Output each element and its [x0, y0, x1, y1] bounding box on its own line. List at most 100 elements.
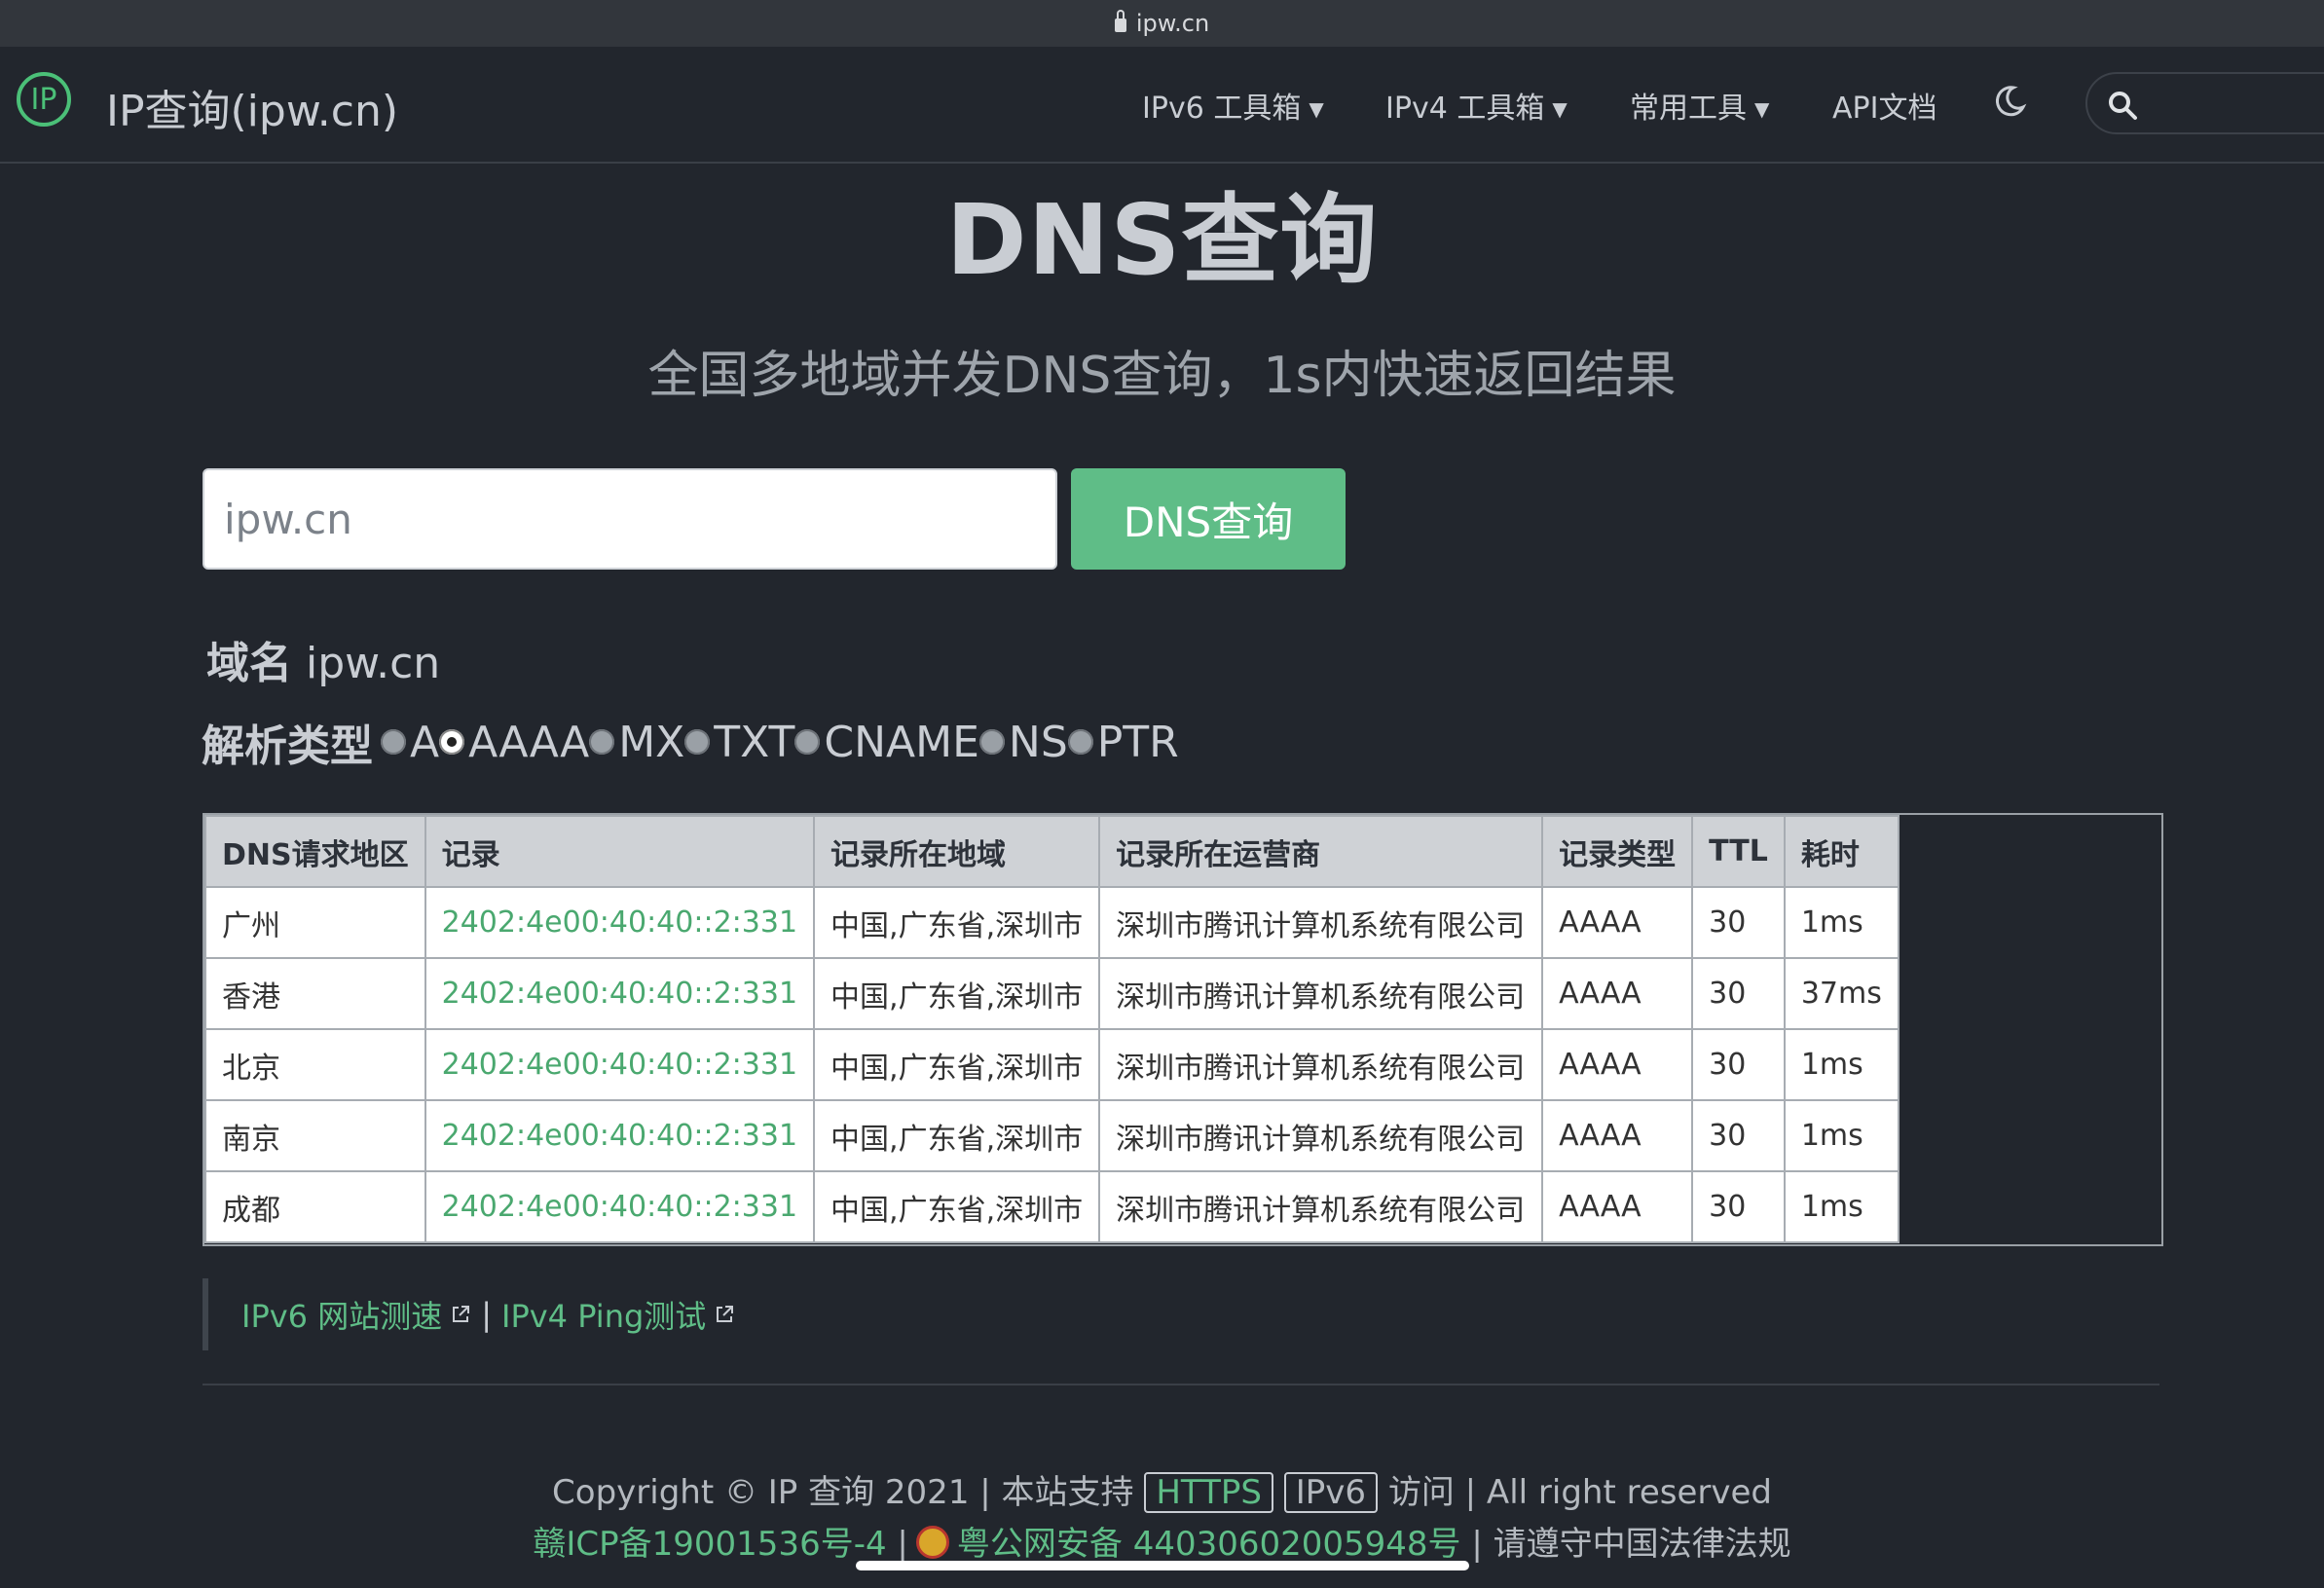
- radio-type-a[interactable]: A: [381, 718, 439, 767]
- dns-query-button[interactable]: DNS查询: [1071, 468, 1346, 570]
- lock-icon: [1114, 10, 1126, 32]
- cell-ttl: 30: [1691, 957, 1786, 1030]
- radio-icon: [381, 729, 406, 755]
- https-badge: HTTPS: [1144, 1472, 1273, 1513]
- table-row: 成都 2402:4e00:40:40::2:331 中国,广东省,深圳市 深圳市…: [204, 1170, 1900, 1243]
- caret-down-icon: ▼: [1552, 97, 1568, 121]
- page-title: DNS查询: [945, 183, 1379, 297]
- link-separator: |: [481, 1296, 492, 1333]
- col-header-region: DNS请求地区: [204, 815, 426, 888]
- menu-common-tools[interactable]: 常用工具 ▼: [1630, 84, 1769, 127]
- table-row: 北京 2402:4e00:40:40::2:331 中国,广东省,深圳市 深圳市…: [204, 1028, 1900, 1101]
- domain-result-line: 域名 ipw.cn: [206, 628, 440, 690]
- radio-icon: [1067, 729, 1093, 755]
- menu-ipv6-toolbox[interactable]: IPv6 工具箱 ▼: [1142, 84, 1324, 127]
- caret-down-icon: ▼: [1754, 97, 1770, 121]
- menu-label: IPv4 工具箱: [1385, 92, 1545, 126]
- logo-text: IP: [30, 82, 57, 117]
- ipv4-ping-test-link[interactable]: IPv4 Ping测试: [501, 1292, 735, 1337]
- cell-region: 香港: [204, 957, 426, 1030]
- cell-record[interactable]: 2402:4e00:40:40::2:331: [424, 886, 816, 959]
- url-text: ipw.cn: [1135, 10, 1210, 37]
- external-link-icon: [453, 1306, 470, 1322]
- radio-label: AAAA: [468, 717, 590, 767]
- ipv6-badge: IPv6: [1283, 1472, 1379, 1513]
- col-header-isp: 记录所在运营商: [1098, 815, 1544, 888]
- moon-icon[interactable]: [1992, 84, 2027, 119]
- table-row: 广州 2402:4e00:40:40::2:331 中国,广东省,深圳市 深圳市…: [204, 886, 1900, 959]
- radio-type-aaaa[interactable]: AAAA: [439, 718, 589, 767]
- cell-ttl: 30: [1691, 1170, 1786, 1243]
- cell-location: 中国,广东省,深圳市: [813, 886, 1101, 959]
- radio-type-ptr[interactable]: PTR: [1067, 718, 1179, 767]
- link-label: IPv6 网站测速: [241, 1298, 443, 1335]
- copyright-text: Copyright © IP 查询 2021 | 本站支持: [552, 1473, 1134, 1512]
- top-navigation: IP IP查询(ipw.cn) IPv6 工具箱 ▼ IPv4 工具箱 ▼ 常用工具…: [0, 47, 2324, 164]
- radio-icon: [589, 729, 615, 755]
- cell-type: AAAA: [1541, 886, 1694, 959]
- radio-icon: [978, 729, 1005, 755]
- table-row: 南京 2402:4e00:40:40::2:331 中国,广东省,深圳市 深圳市…: [204, 1099, 1900, 1172]
- domain-value: ipw.cn: [306, 639, 441, 688]
- cell-type: AAAA: [1541, 1099, 1694, 1172]
- police-emblem-icon: [915, 1526, 949, 1559]
- browser-address-bar[interactable]: ipw.cn: [0, 0, 2324, 47]
- home-indicator[interactable]: [856, 1561, 1469, 1570]
- cell-isp: 深圳市腾讯计算机系统有限公司: [1098, 1099, 1544, 1172]
- cell-time: 1ms: [1783, 1170, 1900, 1243]
- cell-isp: 深圳市腾讯计算机系统有限公司: [1098, 957, 1544, 1030]
- radio-label: TXT: [714, 717, 795, 767]
- menu-label: API文档: [1832, 92, 1937, 126]
- cell-type: AAAA: [1541, 1170, 1694, 1243]
- record-type-label: 解析类型: [202, 721, 373, 771]
- search-box[interactable]: [2085, 72, 2324, 134]
- menu-api-docs[interactable]: API文档: [1832, 84, 1937, 127]
- radio-label: NS: [1008, 717, 1068, 767]
- cell-record[interactable]: 2402:4e00:40:40::2:331: [424, 1099, 816, 1172]
- menu-label: 常用工具: [1630, 92, 1747, 126]
- radio-type-cname[interactable]: CNAME: [794, 718, 979, 767]
- cell-record[interactable]: 2402:4e00:40:40::2:331: [424, 1028, 816, 1101]
- radio-type-txt[interactable]: TXT: [684, 718, 794, 767]
- cell-location: 中国,广东省,深圳市: [813, 1170, 1101, 1243]
- radio-type-mx[interactable]: MX: [589, 718, 684, 767]
- ipv6-speed-test-link[interactable]: IPv6 网站测速: [241, 1292, 471, 1337]
- cell-record[interactable]: 2402:4e00:40:40::2:331: [424, 957, 816, 1030]
- record-type-selector: 解析类型 A AAAA MX TXT CNAME NS PTR: [202, 711, 1179, 773]
- related-links: IPv6 网站测速 | IPv4 Ping测试: [203, 1278, 735, 1350]
- radio-icon: [684, 729, 711, 755]
- cell-isp: 深圳市腾讯计算机系统有限公司: [1098, 1028, 1544, 1101]
- section-divider: [203, 1384, 2159, 1385]
- site-title[interactable]: IP查询(ipw.cn): [106, 76, 398, 138]
- results-table: DNS请求地区 记录 记录所在地域 记录所在运营商 记录类型 TTL 耗时 广州…: [204, 815, 1900, 1243]
- domain-input[interactable]: [203, 468, 1057, 570]
- cell-location: 中国,广东省,深圳市: [813, 1028, 1101, 1101]
- cell-time: 1ms: [1783, 886, 1900, 959]
- cell-type: AAAA: [1541, 957, 1694, 1030]
- table-header-row: DNS请求地区 记录 记录所在地域 记录所在运营商 记录类型 TTL 耗时: [204, 815, 1900, 888]
- domain-label: 域名: [206, 639, 292, 688]
- link-label: IPv4 Ping测试: [501, 1298, 707, 1335]
- cell-time: 1ms: [1783, 1099, 1900, 1172]
- radio-label: CNAME: [824, 717, 979, 767]
- icp-link[interactable]: 赣ICP备19001536号-4: [533, 1525, 886, 1564]
- cell-ttl: 30: [1691, 886, 1786, 959]
- menu-ipv4-toolbox[interactable]: IPv4 工具箱 ▼: [1385, 84, 1568, 127]
- police-record-link[interactable]: 粤公网安备 44030602005948号: [957, 1525, 1461, 1564]
- cell-type: AAAA: [1541, 1028, 1694, 1101]
- logo-icon[interactable]: IP: [17, 72, 71, 127]
- radio-type-ns[interactable]: NS: [978, 717, 1068, 767]
- cell-time: 1ms: [1783, 1028, 1900, 1101]
- col-header-time: 耗时: [1783, 815, 1900, 888]
- external-link-icon: [717, 1306, 734, 1322]
- col-header-location: 记录所在地域: [813, 815, 1101, 888]
- cell-record[interactable]: 2402:4e00:40:40::2:331: [424, 1170, 816, 1243]
- cell-ttl: 30: [1691, 1099, 1786, 1172]
- menu-label: IPv6 工具箱: [1142, 92, 1302, 126]
- radio-selected-icon: [439, 729, 465, 755]
- col-header-type: 记录类型: [1541, 815, 1694, 888]
- footer-tail-text: 访问 | All right reserved: [1387, 1473, 1772, 1512]
- cell-region: 成都: [204, 1170, 426, 1243]
- footer-copyright: Copyright © IP 查询 2021 | 本站支持 HTTPS IPv6…: [0, 1465, 2324, 1513]
- cell-location: 中国,广东省,深圳市: [813, 957, 1101, 1030]
